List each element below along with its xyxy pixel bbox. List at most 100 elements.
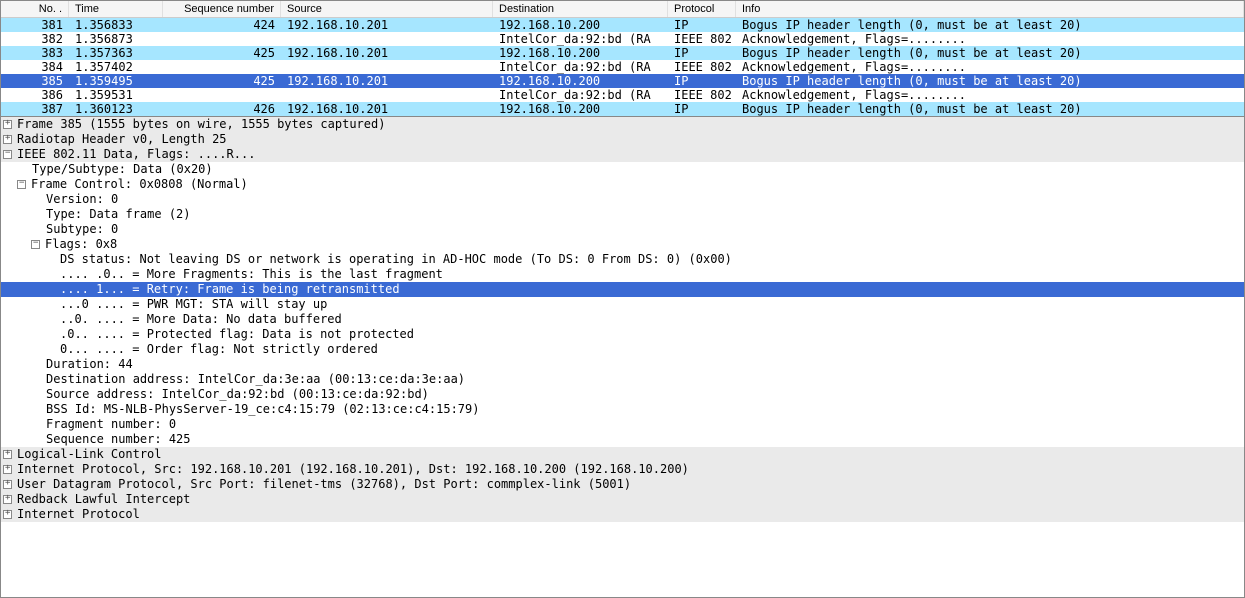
cell: 1.357402 (69, 60, 163, 74)
col-header-src[interactable]: Source (281, 1, 493, 17)
cell (281, 32, 493, 46)
tree-label: Type: Data frame (2) (46, 207, 191, 222)
expand-icon[interactable] (3, 135, 12, 144)
wireshark-window: No. . Time Sequence number Source Destin… (0, 0, 1245, 598)
tree-label: Sequence number: 425 (46, 432, 191, 447)
cell: IEEE 802 (668, 60, 736, 74)
cell: Acknowledgement, Flags=........ (736, 88, 1244, 102)
expand-icon[interactable] (3, 465, 12, 474)
cell: 1.359531 (69, 88, 163, 102)
tree-line[interactable]: Subtype: 0 (1, 222, 1244, 237)
table-row[interactable]: 3871.360123426192.168.10.201192.168.10.2… (1, 102, 1244, 116)
col-header-info[interactable]: Info (736, 1, 1244, 17)
tree-line[interactable]: Type/Subtype: Data (0x20) (1, 162, 1244, 177)
expand-icon[interactable] (3, 495, 12, 504)
cell: Bogus IP header length (0, must be at le… (736, 18, 1244, 32)
cell (281, 60, 493, 74)
tree-line[interactable]: Duration: 44 (1, 357, 1244, 372)
cell: 1.359495 (69, 74, 163, 88)
tree-line[interactable]: BSS Id: MS-NLB-PhysServer-19_ce:c4:15:79… (1, 402, 1244, 417)
cell: 384 (1, 60, 69, 74)
cell: 425 (163, 46, 281, 60)
cell: Bogus IP header length (0, must be at le… (736, 74, 1244, 88)
cell: IntelCor_da:92:bd (RA (493, 60, 668, 74)
tree-line[interactable]: Version: 0 (1, 192, 1244, 207)
tree-line[interactable]: User Datagram Protocol, Src Port: filene… (1, 477, 1244, 492)
table-row[interactable]: 3861.359531IntelCor_da:92:bd (RAIEEE 802… (1, 88, 1244, 102)
col-header-dst[interactable]: Destination (493, 1, 668, 17)
expand-icon[interactable] (3, 480, 12, 489)
tree-line[interactable]: 0... .... = Order flag: Not strictly ord… (1, 342, 1244, 357)
collapse-icon[interactable] (31, 240, 40, 249)
tree-label: .0.. .... = Protected flag: Data is not … (60, 327, 414, 342)
tree-label: Radiotap Header v0, Length 25 (17, 132, 227, 147)
expand-icon[interactable] (3, 450, 12, 459)
tree-label: ...0 .... = PWR MGT: STA will stay up (60, 297, 327, 312)
tree-line[interactable]: .... .0.. = More Fragments: This is the … (1, 267, 1244, 282)
cell: 1.356833 (69, 18, 163, 32)
collapse-icon[interactable] (3, 150, 12, 159)
cell (163, 32, 281, 46)
expand-icon[interactable] (3, 120, 12, 129)
col-header-seq[interactable]: Sequence number (163, 1, 281, 17)
cell: Bogus IP header length (0, must be at le… (736, 46, 1244, 60)
tree-line[interactable]: Type: Data frame (2) (1, 207, 1244, 222)
table-row[interactable]: 3821.356873IntelCor_da:92:bd (RAIEEE 802… (1, 32, 1244, 46)
cell: IP (668, 74, 736, 88)
tree-line[interactable]: Source address: IntelCor_da:92:bd (00:13… (1, 387, 1244, 402)
tree-label: Frame 385 (1555 bytes on wire, 1555 byte… (17, 117, 385, 132)
tree-line[interactable]: Internet Protocol, Src: 192.168.10.201 (… (1, 462, 1244, 477)
collapse-icon[interactable] (17, 180, 26, 189)
tree-label: Duration: 44 (46, 357, 133, 372)
table-row[interactable]: 3811.356833424192.168.10.201192.168.10.2… (1, 18, 1244, 32)
tree-line[interactable]: Radiotap Header v0, Length 25 (1, 132, 1244, 147)
tree-line[interactable]: Frame 385 (1555 bytes on wire, 1555 byte… (1, 117, 1244, 132)
tree-line[interactable]: Fragment number: 0 (1, 417, 1244, 432)
col-header-time[interactable]: Time (69, 1, 163, 17)
cell: IP (668, 18, 736, 32)
cell (163, 60, 281, 74)
tree-line[interactable]: Sequence number: 425 (1, 432, 1244, 447)
cell: 192.168.10.201 (281, 46, 493, 60)
cell: Bogus IP header length (0, must be at le… (736, 102, 1244, 116)
col-header-prot[interactable]: Protocol (668, 1, 736, 17)
cell: IntelCor_da:92:bd (RA (493, 32, 668, 46)
cell: 386 (1, 88, 69, 102)
packet-rows[interactable]: 3811.356833424192.168.10.201192.168.10.2… (1, 18, 1244, 116)
cell: 424 (163, 18, 281, 32)
tree-label: Flags: 0x8 (45, 237, 117, 252)
tree-label: 0... .... = Order flag: Not strictly ord… (60, 342, 378, 357)
col-header-no[interactable]: No. . (1, 1, 69, 17)
tree-line[interactable]: .... 1... = Retry: Frame is being retran… (1, 282, 1244, 297)
cell: IntelCor_da:92:bd (RA (493, 88, 668, 102)
tree-line[interactable]: DS status: Not leaving DS or network is … (1, 252, 1244, 267)
cell (281, 88, 493, 102)
tree-line[interactable]: Internet Protocol (1, 507, 1244, 522)
packet-details-pane[interactable]: Frame 385 (1555 bytes on wire, 1555 byte… (1, 117, 1244, 597)
tree-label: Frame Control: 0x0808 (Normal) (31, 177, 248, 192)
tree-line[interactable]: Flags: 0x8 (1, 237, 1244, 252)
cell: 192.168.10.200 (493, 74, 668, 88)
tree-line[interactable]: ...0 .... = PWR MGT: STA will stay up (1, 297, 1244, 312)
tree-line[interactable]: ..0. .... = More Data: No data buffered (1, 312, 1244, 327)
packet-list-header[interactable]: No. . Time Sequence number Source Destin… (1, 1, 1244, 18)
tree-line[interactable]: .0.. .... = Protected flag: Data is not … (1, 327, 1244, 342)
cell: 192.168.10.201 (281, 102, 493, 116)
tree-line[interactable]: IEEE 802.11 Data, Flags: ....R... (1, 147, 1244, 162)
cell: Acknowledgement, Flags=........ (736, 60, 1244, 74)
tree-label: BSS Id: MS-NLB-PhysServer-19_ce:c4:15:79… (46, 402, 479, 417)
packet-list-pane[interactable]: No. . Time Sequence number Source Destin… (1, 1, 1244, 117)
table-row[interactable]: 3841.357402 IntelCor_da:92:bd (RAIEEE 802… (1, 60, 1244, 74)
tree-line[interactable]: Frame Control: 0x0808 (Normal) (1, 177, 1244, 192)
tree-line[interactable]: Logical-Link Control (1, 447, 1244, 462)
table-row[interactable]: 3831.357363425192.168.10.201192.168.10.2… (1, 46, 1244, 60)
cell: 192.168.10.201 (281, 18, 493, 32)
tree-line[interactable]: Destination address: IntelCor_da:3e:aa (… (1, 372, 1244, 387)
cell: IP (668, 102, 736, 116)
tree-label: Source address: IntelCor_da:92:bd (00:13… (46, 387, 429, 402)
cell: 192.168.10.200 (493, 102, 668, 116)
cell: 385 (1, 74, 69, 88)
expand-icon[interactable] (3, 510, 12, 519)
table-row[interactable]: 3851.359495425192.168.10.201192.168.10.2… (1, 74, 1244, 88)
tree-line[interactable]: Redback Lawful Intercept (1, 492, 1244, 507)
